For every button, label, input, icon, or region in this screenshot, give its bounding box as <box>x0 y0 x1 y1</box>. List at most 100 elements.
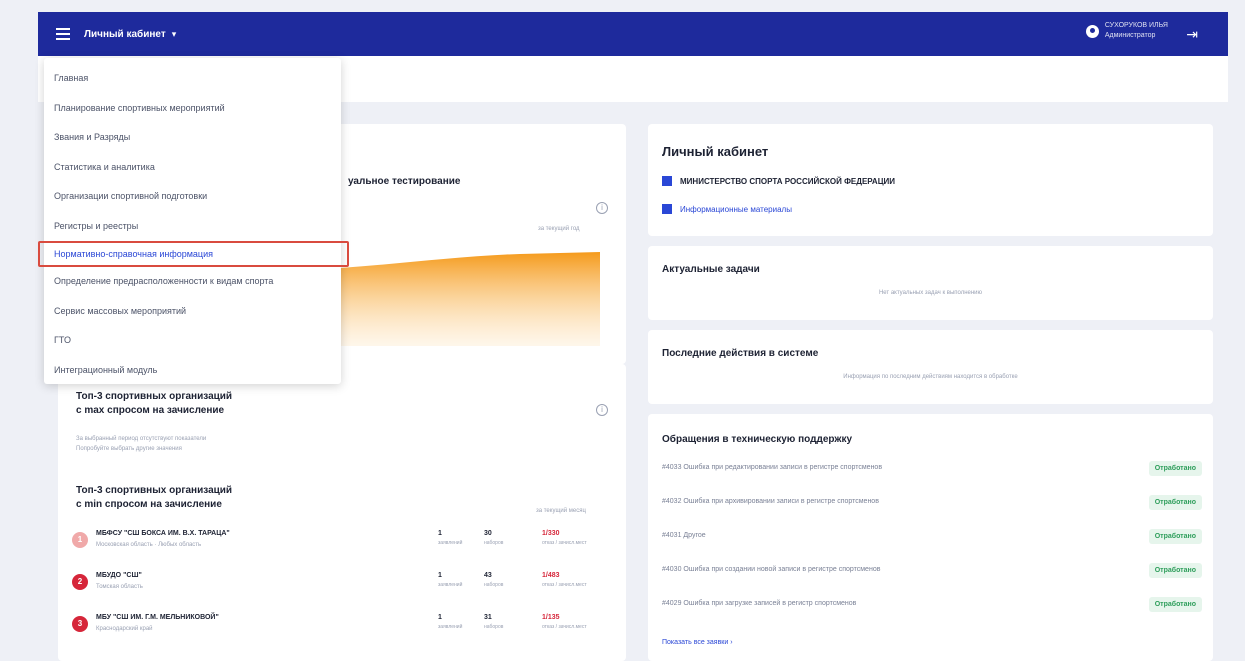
top-navigation-bar: Личный кабинет ▾ СУХОРУКОВ ИЛЬЯ Админист… <box>38 12 1228 56</box>
top3-max-empty-line1: За выбранный период отсутствуют показате… <box>76 436 207 442</box>
request-text: #4030 Ошибка при создании новой записи в… <box>662 566 881 573</box>
cabinet-title: Личный кабинет <box>662 144 769 159</box>
top3-card: Топ-3 спортивных организаций с max спрос… <box>58 364 626 661</box>
menu-item[interactable]: Сервис массовых мероприятий <box>44 297 341 327</box>
ratio-value: 1/135 <box>542 614 560 621</box>
applications-count: 1 заявлений <box>438 530 462 546</box>
top3-min-title-line2: с min спросом на зачисление <box>76 499 222 510</box>
org-region: Краснодарский край <box>96 626 153 632</box>
menu-item[interactable]: Планирование спортивных мероприятий <box>44 94 341 124</box>
enrollments-count: 30 наборов <box>484 530 503 546</box>
applications-label: заявлений <box>438 624 463 630</box>
period-label: за текущий год <box>538 226 580 232</box>
tasks-card: Актуальные задачи Нет актуальных задач к… <box>648 246 1213 320</box>
status-badge: Отработано <box>1148 529 1202 544</box>
menu-item[interactable]: Интеграционный модуль <box>44 356 341 386</box>
top3-max-title-line1: Топ-3 спортивных организаций <box>76 391 233 402</box>
folder-icon <box>662 176 672 186</box>
actions-empty: Информация по последним действиям находи… <box>843 374 1018 380</box>
support-title: Обращения в техническую поддержку <box>662 434 853 445</box>
top3-max-title-line2: с max спросом на зачисление <box>76 405 225 416</box>
status-badge: Отработано <box>1148 597 1202 612</box>
applications-label: заявлений <box>438 582 463 588</box>
rank-badge: 3 <box>72 616 88 632</box>
ministry-name: МИНИСТЕРСТВО СПОРТА РОССИЙСКОЙ ФЕДЕРАЦИИ <box>680 176 896 186</box>
actions-title: Последние действия в системе <box>662 348 819 359</box>
tasks-empty: Нет актуальных задач к выполнению <box>878 290 983 296</box>
menu-item[interactable]: Звания и Разряды <box>44 123 341 153</box>
enrollments-label: наборов <box>484 540 504 546</box>
ratio-count: 1/330 отказ / зачисл.мест <box>542 530 587 546</box>
enrollments-label: наборов <box>484 624 504 630</box>
menu-item[interactable]: Организации спортивной подготовки <box>44 182 341 212</box>
support-request-row[interactable]: #4030 Ошибка при создании новой записи в… <box>662 563 1202 586</box>
top3-min-title: Топ-3 спортивных организаций с min спрос… <box>76 484 232 512</box>
top3-max-empty: За выбранный период отсутствуют показате… <box>76 434 206 454</box>
ratio-label: отказ / зачисл.мест <box>542 582 587 588</box>
section-title[interactable]: Личный кабинет <box>84 29 166 40</box>
ministry-row: МИНИСТЕРСТВО СПОРТА РОССИЙСКОЙ ФЕДЕРАЦИИ <box>662 176 895 186</box>
enrollments-value: 43 <box>484 572 492 579</box>
menu-item[interactable]: Нормативно-справочная информация <box>38 241 349 267</box>
support-request-row[interactable]: #4029 Ошибка при загрузке записей в реги… <box>662 597 1202 620</box>
menu-item[interactable]: ГТО <box>44 326 341 356</box>
request-text: #4032 Ошибка при архивировании записи в … <box>662 498 879 505</box>
ratio-label: отказ / зачисл.мест <box>542 624 587 630</box>
support-request-row[interactable]: #4031 Другое Отработано <box>662 529 1202 552</box>
org-region: Томская область <box>96 584 143 590</box>
rank-badge: 2 <box>72 574 88 590</box>
top3-min-title-line1: Топ-3 спортивных организаций <box>76 485 233 496</box>
support-request-row[interactable]: #4032 Ошибка при архивировании записи в … <box>662 495 1202 518</box>
request-text: #4029 Ошибка при загрузке записей в реги… <box>662 600 857 607</box>
menu-item[interactable]: Регистры и реестры <box>44 212 341 242</box>
org-row[interactable]: 1 МБФСУ "СШ БОКСА ИМ. В.Х. ТАРАЦА" Московс… <box>72 530 612 570</box>
enrollments-value: 31 <box>484 614 492 621</box>
applications-count: 1 заявлений <box>438 614 462 630</box>
info-materials-label: Информационные материалы <box>680 204 792 214</box>
info-icon[interactable]: i <box>596 404 608 416</box>
menu-item[interactable]: Главная <box>44 64 341 94</box>
ratio-value: 1/483 <box>542 572 560 579</box>
applications-value: 1 <box>438 614 442 621</box>
testing-title: уальное тестирование <box>348 176 461 187</box>
applications-count: 1 заявлений <box>438 572 462 588</box>
org-region: Московская область · Любых область <box>96 542 202 548</box>
support-request-row[interactable]: #4033 Ошибка при редактировании записи в… <box>662 461 1202 484</box>
ratio-count: 1/135 отказ / зачисл.мест <box>542 614 587 630</box>
info-icon[interactable]: i <box>596 202 608 214</box>
document-icon <box>662 204 672 214</box>
ratio-value: 1/330 <box>542 530 560 537</box>
chevron-down-icon[interactable]: ▾ <box>172 29 177 40</box>
org-name: МБУДО "СШ" <box>96 572 142 579</box>
user-profile[interactable]: СУХОРУКОВ ИЛЬЯ Администратор <box>1085 21 1168 41</box>
chart-area <box>340 252 600 346</box>
info-materials-link[interactable]: Информационные материалы <box>662 204 792 214</box>
user-role: Администратор <box>1104 32 1156 39</box>
tasks-title: Актуальные задачи <box>662 264 760 275</box>
org-row[interactable]: 3 МБУ "СШ ИМ. Г.М. МЕЛЬНИКОВОЙ" Краснодарс… <box>72 614 612 654</box>
applications-label: заявлений <box>438 540 463 546</box>
applications-value: 1 <box>438 530 442 537</box>
org-name: МБФСУ "СШ БОКСА ИМ. В.Х. ТАРАЦА" <box>96 530 230 537</box>
menu-item[interactable]: Определение предрасположенности к видам … <box>44 267 341 297</box>
testing-area-chart <box>340 246 602 346</box>
navigation-dropdown-menu: Главная Планирование спортивных мероприят… <box>38 58 349 386</box>
top3-max-empty-line2: Попробуйте выбрать другие значения <box>76 446 182 452</box>
cabinet-card: Личный кабинет МИНИСТЕРСТВО СПОРТА РОССИ… <box>648 124 1213 236</box>
menu-icon[interactable] <box>56 28 70 40</box>
user-name: СУХОРУКОВ ИЛЬЯ <box>1104 22 1168 29</box>
org-row[interactable]: 2 МБУДО "СШ" Томская область 1 заявлений 43 на… <box>72 572 612 612</box>
ratio-count: 1/483 отказ / зачисл.мест <box>542 572 587 588</box>
logout-icon[interactable]: ⇥ <box>1186 26 1198 43</box>
chart-svg <box>340 252 600 346</box>
status-badge: Отработано <box>1148 495 1202 510</box>
org-name: МБУ "СШ ИМ. Г.М. МЕЛЬНИКОВОЙ" <box>96 614 219 621</box>
actions-card: Последние действия в системе Информация … <box>648 330 1213 404</box>
applications-value: 1 <box>438 572 442 579</box>
menu-item[interactable]: Статистика и аналитика <box>44 153 341 183</box>
request-text: #4033 Ошибка при редактировании записи в… <box>662 464 883 471</box>
request-text: #4031 Другое <box>662 532 706 539</box>
status-badge: Отработано <box>1148 461 1202 476</box>
show-all-link[interactable]: Показать все заявки › <box>662 639 733 646</box>
enrollments-label: наборов <box>484 582 504 588</box>
